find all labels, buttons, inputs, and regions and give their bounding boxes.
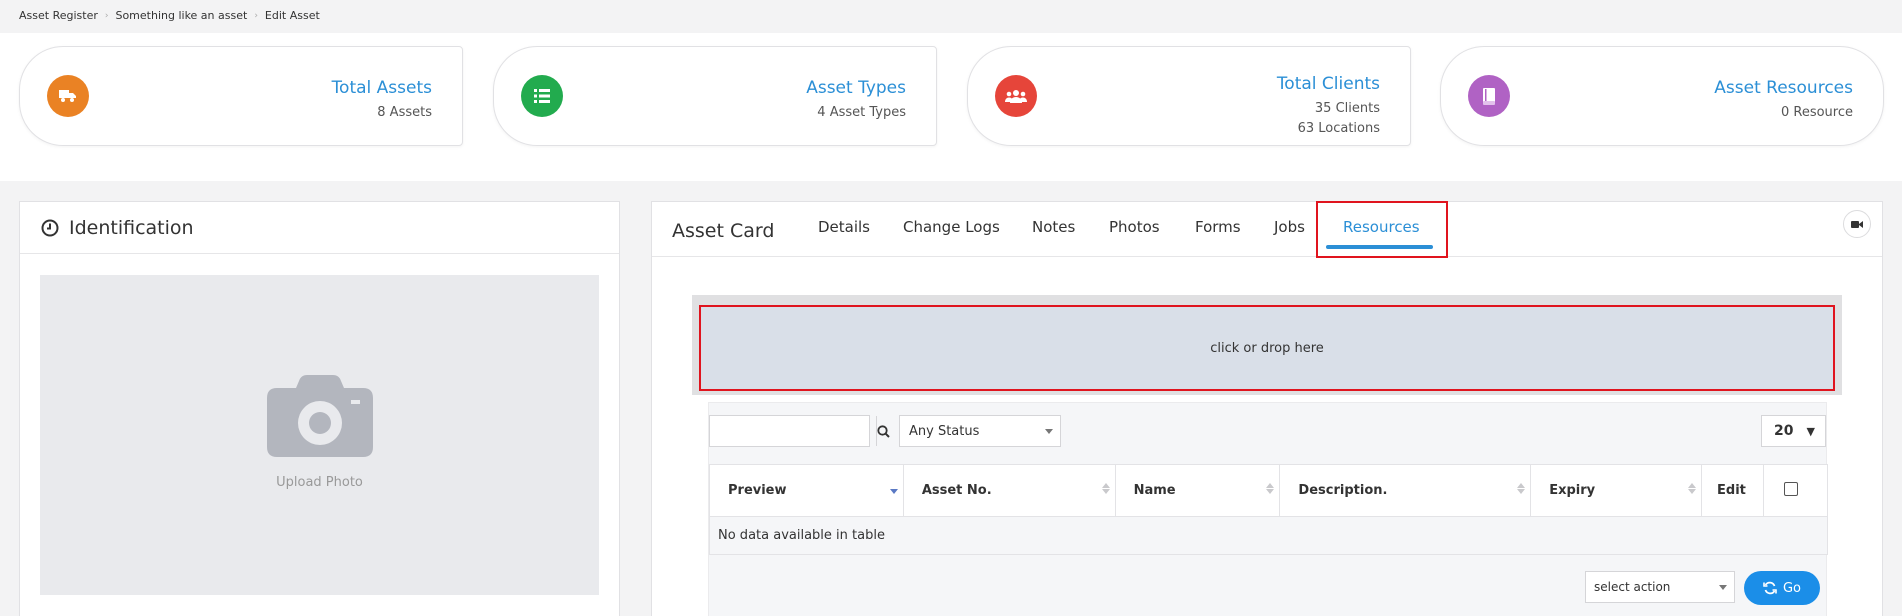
page-length-select[interactable]: 20 ▼: [1761, 415, 1826, 447]
upload-photo-label: Upload Photo: [276, 475, 363, 490]
breadcrumb: Asset Register › Something like an asset…: [19, 9, 320, 22]
chevron-down-icon: ▼: [1806, 425, 1815, 438]
column-label: Description.: [1298, 483, 1388, 498]
table-search-input[interactable]: [710, 416, 876, 446]
tab-details[interactable]: Details: [818, 218, 870, 236]
status-filter-value: Any Status: [909, 423, 980, 439]
resources-table-area: Any Status 20 ▼ Preview Asset No. Name D…: [708, 402, 1828, 616]
tab-notes[interactable]: Notes: [1032, 218, 1075, 236]
column-label: Preview: [728, 483, 787, 498]
stat-count: 4 Asset Types: [817, 105, 906, 120]
drop-zone-label: click or drop here: [1210, 340, 1324, 356]
stat-card-total-clients[interactable]: Total Clients 35 Clients 63 Locations: [967, 46, 1411, 146]
tab-highlight-box: [1316, 201, 1448, 258]
search-icon: [877, 424, 890, 438]
stat-count-locations: 63 Locations: [1297, 121, 1380, 136]
tab-photos[interactable]: Photos: [1109, 218, 1160, 236]
tab-change-logs[interactable]: Change Logs: [903, 218, 1000, 236]
list-icon: [521, 75, 563, 117]
caret-down-icon: [1719, 585, 1727, 590]
stat-count: 8 Assets: [377, 105, 432, 120]
drop-zone-container: click or drop here: [692, 295, 1842, 395]
caret-down-icon: [1045, 429, 1053, 434]
table-header-row: Preview Asset No. Name Description. Expi…: [709, 464, 1828, 517]
stat-title: Total Clients: [1276, 74, 1380, 94]
sort-icon: [1266, 483, 1275, 494]
column-header-select-all: [1763, 464, 1828, 517]
identification-header: Identification: [20, 202, 619, 254]
tab-forms[interactable]: Forms: [1195, 218, 1241, 236]
stat-title: Asset Types: [806, 78, 906, 98]
bulk-action-select[interactable]: select action: [1585, 571, 1735, 603]
video-camera-button[interactable]: [1843, 210, 1871, 238]
asset-card-panel: Asset Card Details Change Logs Notes Pho…: [651, 201, 1883, 616]
identification-title: Identification: [69, 216, 194, 239]
upload-photo-area[interactable]: Upload Photo: [40, 275, 599, 595]
sort-icon: [1517, 483, 1526, 494]
go-button[interactable]: Go: [1744, 571, 1820, 605]
page-length-value: 20: [1774, 423, 1794, 439]
stat-card-total-assets[interactable]: Total Assets 8 Assets: [19, 46, 463, 146]
table-search: [709, 415, 890, 447]
stat-count-clients: 35 Clients: [1314, 101, 1380, 116]
select-all-checkbox[interactable]: [1784, 481, 1798, 496]
file-drop-zone[interactable]: click or drop here: [699, 305, 1835, 391]
breadcrumb-asset-register[interactable]: Asset Register: [19, 9, 98, 22]
column-header-name[interactable]: Name: [1114, 464, 1281, 517]
breadcrumb-separator: ›: [104, 10, 109, 21]
resources-table: Preview Asset No. Name Description. Expi…: [709, 464, 1828, 555]
tab-jobs[interactable]: Jobs: [1274, 218, 1305, 236]
bulk-action-value: select action: [1594, 580, 1671, 594]
video-camera-icon: [1851, 220, 1863, 228]
column-label: Name: [1133, 483, 1176, 498]
breadcrumb-separator: ›: [254, 10, 258, 21]
asset-card-title: Asset Card: [672, 220, 775, 242]
stat-card-asset-resources[interactable]: Asset Resources 0 Resource: [1440, 46, 1884, 146]
column-header-preview[interactable]: Preview: [709, 464, 904, 517]
refresh-icon: [1763, 581, 1777, 595]
column-header-asset-no[interactable]: Asset No.: [902, 464, 1116, 517]
go-button-label: Go: [1782, 580, 1802, 596]
column-label: Expiry: [1549, 483, 1596, 498]
stat-count: 0 Resource: [1780, 105, 1853, 120]
column-header-description[interactable]: Description.: [1279, 464, 1532, 517]
clock-icon: [41, 219, 59, 236]
status-filter-select[interactable]: Any Status: [899, 415, 1061, 447]
column-header-expiry[interactable]: Expiry: [1530, 464, 1703, 517]
column-header-edit: Edit: [1701, 464, 1764, 517]
stat-card-asset-types[interactable]: Asset Types 4 Asset Types: [493, 46, 937, 146]
truck-icon: [47, 75, 89, 117]
column-label: Edit: [1717, 483, 1746, 498]
camera-icon: [267, 375, 373, 457]
empty-table-message: No data available in table: [709, 516, 1828, 555]
stat-title: Total Assets: [331, 78, 432, 98]
book-icon: [1468, 75, 1510, 117]
sort-icon: [1688, 483, 1697, 494]
column-label: Asset No.: [921, 483, 992, 498]
breadcrumb-asset[interactable]: Something like an asset: [115, 9, 247, 22]
table-row: No data available in table: [709, 516, 1828, 555]
identification-panel: Identification Upload Photo: [19, 201, 620, 616]
breadcrumb-current: Edit Asset: [264, 9, 320, 22]
sort-desc-icon: [889, 483, 898, 494]
users-icon: [995, 75, 1037, 117]
search-button[interactable]: [876, 416, 890, 446]
asset-card-header: Asset Card Details Change Logs Notes Pho…: [652, 201, 1882, 258]
sort-icon: [1101, 483, 1110, 494]
stat-title: Asset Resources: [1714, 78, 1853, 98]
